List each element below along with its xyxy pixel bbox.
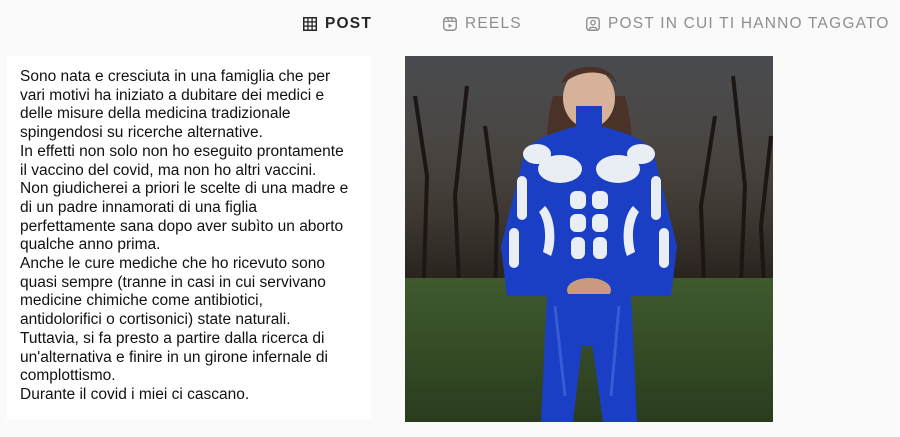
tab-post[interactable]: POST — [303, 13, 372, 35]
tab-reels-label: REELS — [465, 15, 522, 32]
tagged-icon — [586, 17, 600, 31]
tab-reels[interactable]: REELS — [443, 13, 522, 35]
tab-tagged[interactable]: POST IN CUI TI HANNO TAGGATO — [586, 13, 890, 35]
tab-tagged-label: POST IN CUI TI HANNO TAGGATO — [608, 15, 890, 32]
post-caption: Sono nata e cresciuta in una famiglia ch… — [20, 68, 349, 403]
tab-post-label: POST — [325, 15, 373, 32]
text-post[interactable]: Sono nata e cresciuta in una famiglia ch… — [7, 56, 371, 420]
reels-icon — [443, 17, 457, 31]
photo-post-image — [405, 56, 773, 422]
grid-icon — [303, 17, 317, 31]
profile-tabs: POST REELS POST IN CUI TI HANNO TAGGATO — [0, 0, 900, 46]
photo-post[interactable] — [405, 56, 773, 422]
